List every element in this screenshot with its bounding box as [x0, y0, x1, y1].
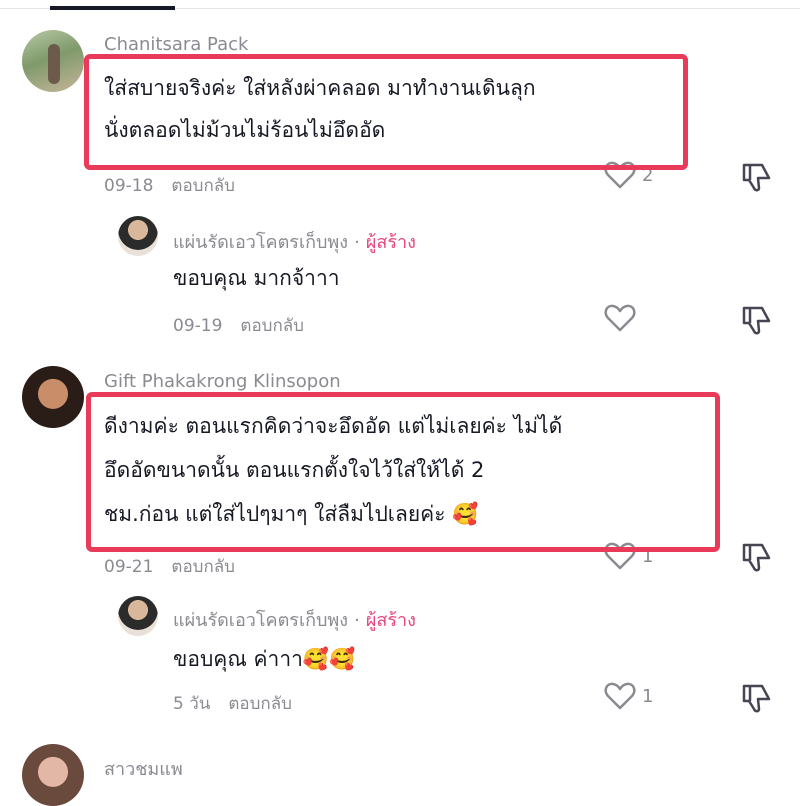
tab-indicator-bar	[0, 0, 800, 10]
reply-link[interactable]: ตอบกลับ	[228, 694, 292, 714]
thumbs-down-icon[interactable]	[740, 160, 774, 194]
heart-icon	[604, 682, 636, 710]
comment-meta: 09-18 ตอบกลับ	[104, 172, 235, 199]
like-button[interactable]: 1	[604, 681, 653, 711]
avatar[interactable]	[118, 216, 158, 256]
like-button[interactable]	[604, 303, 642, 333]
comment-username[interactable]: Chanitsara Pack	[104, 34, 248, 55]
reply-link[interactable]: ตอบกลับ	[240, 316, 304, 336]
comment-username[interactable]: สาวชมแพ	[104, 754, 183, 783]
highlight-box	[84, 54, 688, 170]
active-tab-underline	[50, 6, 175, 10]
separator: ·	[354, 232, 360, 253]
avatar[interactable]	[22, 744, 84, 806]
separator: ·	[354, 610, 360, 631]
thumbs-down-icon[interactable]	[740, 540, 774, 574]
like-count: 1	[642, 685, 654, 707]
comment-meta: 09-21 ตอบกลับ	[104, 553, 235, 580]
reply-date: 5 วัน	[173, 694, 211, 714]
thumbs-down-icon[interactable]	[740, 681, 774, 715]
thumbs-down-icon[interactable]	[740, 303, 774, 337]
reply-text: ขอบคุณ มากจ้าาา	[173, 266, 340, 290]
comment-date: 09-21	[104, 557, 154, 577]
reply-meta: 09-19 ตอบกลับ	[173, 312, 304, 339]
reply-link[interactable]: ตอบกลับ	[171, 557, 235, 577]
reply-text: ขอบคุณ ค่าาา🥰🥰	[173, 647, 356, 671]
reply-username: แผ่นรัดเอวโคตรเก็บพุง · ผู้สร้าง	[173, 227, 416, 256]
reply-link[interactable]: ตอบกลับ	[171, 176, 235, 196]
creator-badge: ผู้สร้าง	[365, 610, 416, 631]
creator-name[interactable]: แผ่นรัดเอวโคตรเก็บพุง	[173, 232, 348, 253]
reply-date: 09-19	[173, 316, 223, 336]
highlight-box	[86, 392, 720, 552]
avatar[interactable]	[22, 30, 84, 92]
reply-username: แผ่นรัดเอวโคตรเก็บพุง · ผู้สร้าง	[173, 605, 416, 634]
creator-badge: ผู้สร้าง	[365, 232, 416, 253]
avatar[interactable]	[22, 366, 84, 428]
reply-meta: 5 วัน ตอบกลับ	[173, 690, 292, 717]
avatar[interactable]	[118, 596, 158, 636]
heart-icon	[604, 304, 636, 332]
creator-name[interactable]: แผ่นรัดเอวโคตรเก็บพุง	[173, 610, 348, 631]
comment-username[interactable]: Gift Phakakrong Klinsopon	[104, 371, 341, 392]
comment-date: 09-18	[104, 176, 154, 196]
